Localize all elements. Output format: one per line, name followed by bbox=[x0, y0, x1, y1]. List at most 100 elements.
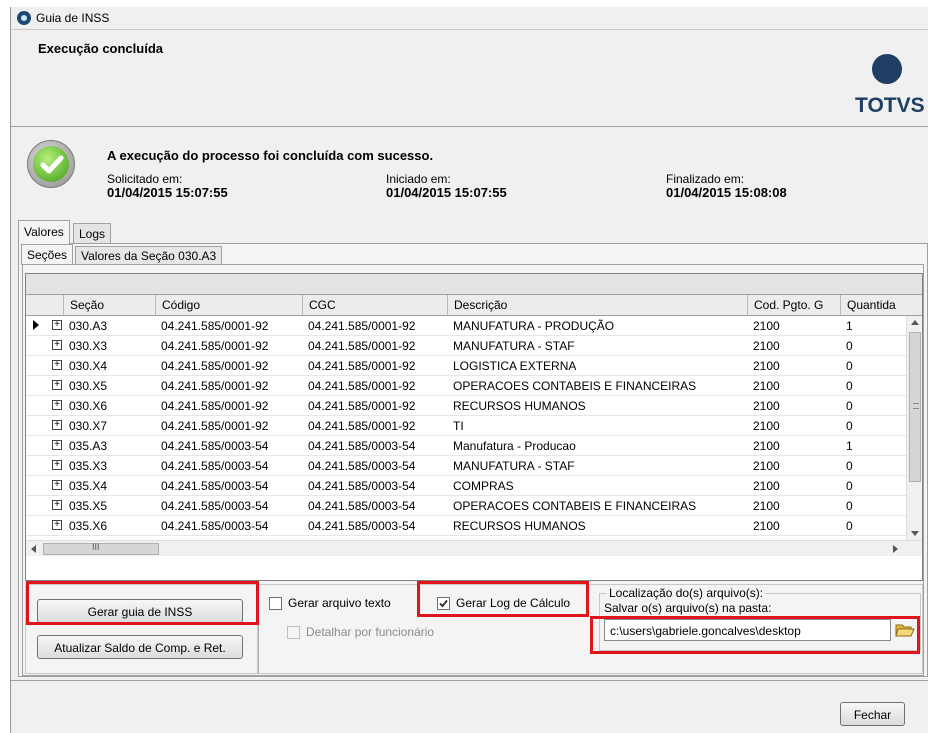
expand-plus-icon[interactable]: + bbox=[52, 500, 62, 510]
text-file-label: Gerar arquivo texto bbox=[288, 596, 391, 610]
cell-descricao: MANUFATURA - STAF bbox=[453, 339, 575, 353]
horizontal-scrollbar[interactable]: III bbox=[26, 540, 922, 556]
expand-plus-icon[interactable]: + bbox=[52, 420, 62, 430]
table-row[interactable]: +035.X4 04.241.585/0003-54 04.241.585/0003… bbox=[26, 476, 906, 496]
expand-plus-icon[interactable]: + bbox=[52, 480, 62, 490]
table-row[interactable]: +035.X3 04.241.585/0003-54 04.241.585/0003… bbox=[26, 456, 906, 476]
expand-plus-icon[interactable]: + bbox=[52, 440, 62, 450]
cell-quantidade: 0 bbox=[846, 479, 853, 493]
table-row[interactable]: +030.X4 04.241.585/0001-92 04.241.585/0001… bbox=[26, 356, 906, 376]
column-header-quantidade[interactable]: Quantida bbox=[840, 295, 906, 315]
location-group-label: Localização do(s) arquivo(s): bbox=[607, 586, 766, 600]
sections-grid[interactable]: Seção Código CGC Descrição Cod. Pgto. G … bbox=[25, 273, 923, 581]
close-button[interactable]: Fechar bbox=[840, 702, 905, 726]
table-row[interactable]: +030.X3 04.241.585/0001-92 04.241.585/0001… bbox=[26, 336, 906, 356]
cell-codigo: 04.241.585/0001-92 bbox=[161, 419, 269, 433]
expand-plus-icon[interactable]: + bbox=[52, 340, 62, 350]
header-title: Execução concluída bbox=[38, 41, 163, 56]
finished-label: Finalizado em: bbox=[666, 172, 745, 186]
cell-secao: 035.X4 bbox=[69, 479, 108, 493]
cell-codigo: 04.241.585/0001-92 bbox=[161, 379, 269, 393]
scroll-grip: III bbox=[92, 542, 100, 552]
cell-descricao: Manufatura - Producao bbox=[453, 439, 576, 453]
scroll-left-icon[interactable] bbox=[31, 545, 36, 553]
cell-codigo: 04.241.585/0003-54 bbox=[161, 479, 269, 493]
generate-inss-button[interactable]: Gerar guia de INSS bbox=[37, 599, 243, 623]
scroll-right-icon[interactable] bbox=[893, 545, 898, 553]
cell-descricao: TI bbox=[453, 419, 464, 433]
cell-cod-pgto: 2100 bbox=[753, 359, 780, 373]
scroll-up-icon[interactable] bbox=[911, 320, 919, 325]
options-area: Gerar guia de INSS Atualizar Saldo de Co… bbox=[25, 584, 923, 675]
cell-descricao: MANUFATURA - STAF bbox=[453, 459, 575, 473]
app-icon bbox=[17, 11, 31, 25]
cell-secao: 030.X7 bbox=[69, 419, 108, 433]
update-balance-button[interactable]: Atualizar Saldo de Comp. e Ret. bbox=[37, 635, 243, 659]
expand-plus-icon[interactable]: + bbox=[52, 520, 62, 530]
cell-secao: 030.X4 bbox=[69, 359, 108, 373]
text-file-checkbox[interactable] bbox=[269, 597, 282, 610]
footer-separator bbox=[11, 680, 928, 681]
expand-plus-icon[interactable]: + bbox=[52, 320, 62, 330]
cell-cod-pgto: 2100 bbox=[753, 479, 780, 493]
status-panel: A execução do processo foi concluída com… bbox=[11, 128, 928, 218]
table-row[interactable]: +030.A3 04.241.585/0001-92 04.241.585/0001… bbox=[26, 316, 906, 336]
window-title: Guia de INSS bbox=[36, 11, 110, 25]
table-row[interactable]: +035.X6 04.241.585/0003-54 04.241.585/0003… bbox=[26, 516, 906, 536]
expand-plus-icon[interactable]: + bbox=[52, 400, 62, 410]
values-tab-panel: Seções Valores da Seção 030.A3 Seção Cód… bbox=[18, 243, 928, 677]
cell-secao: 030.X5 bbox=[69, 379, 108, 393]
cell-descricao: RECURSOS HUMANOS bbox=[453, 519, 586, 533]
cell-cod-pgto: 2100 bbox=[753, 399, 780, 413]
column-header-cod-pgto[interactable]: Cod. Pgto. G bbox=[747, 295, 840, 315]
column-header-secao[interactable]: Seção bbox=[63, 295, 155, 315]
vertical-scrollbar[interactable] bbox=[906, 316, 922, 540]
cell-quantidade: 0 bbox=[846, 459, 853, 473]
table-row[interactable]: +030.X7 04.241.585/0001-92 04.241.585/0001… bbox=[26, 416, 906, 436]
cell-quantidade: 1 bbox=[846, 319, 853, 333]
cell-cod-pgto: 2100 bbox=[753, 419, 780, 433]
table-row[interactable]: +035.X5 04.241.585/0003-54 04.241.585/0003… bbox=[26, 496, 906, 516]
totvs-logo: TOTVS bbox=[851, 54, 928, 124]
tab-valores-secao[interactable]: Valores da Seção 030.A3 bbox=[75, 246, 223, 265]
cell-quantidade: 0 bbox=[846, 359, 853, 373]
cell-quantidade: 1 bbox=[846, 439, 853, 453]
table-row[interactable]: +030.X5 04.241.585/0001-92 04.241.585/0001… bbox=[26, 376, 906, 396]
cell-codigo: 04.241.585/0003-54 bbox=[161, 519, 269, 533]
cell-cgc: 04.241.585/0003-54 bbox=[308, 439, 416, 453]
cell-quantidade: 0 bbox=[846, 519, 853, 533]
calc-log-checkbox[interactable] bbox=[437, 597, 450, 610]
cell-cgc: 04.241.585/0001-92 bbox=[308, 419, 416, 433]
checkmark-icon bbox=[439, 599, 448, 608]
table-row[interactable]: +030.X6 04.241.585/0001-92 04.241.585/0001… bbox=[26, 396, 906, 416]
column-header-descricao[interactable]: Descrição bbox=[447, 295, 747, 315]
cell-secao: 030.A3 bbox=[69, 319, 108, 333]
cell-descricao: OPERACOES CONTABEIS E FINANCEIRAS bbox=[453, 499, 697, 513]
vertical-scroll-thumb[interactable] bbox=[909, 332, 921, 482]
tab-valores[interactable]: Valores bbox=[18, 220, 70, 244]
grid-rows: +030.A3 04.241.585/0001-92 04.241.585/0001… bbox=[26, 316, 906, 556]
cell-cgc: 04.241.585/0001-92 bbox=[308, 379, 416, 393]
folder-path-input[interactable]: c:\users\gabriele.goncalves\desktop bbox=[604, 619, 891, 641]
cell-cgc: 04.241.585/0001-92 bbox=[308, 399, 416, 413]
cell-cgc: 04.241.585/0001-92 bbox=[308, 319, 416, 333]
detail-employee-checkbox[interactable] bbox=[287, 626, 300, 639]
dialog-window: Guia de INSS Execução concluída TOTVS A … bbox=[10, 7, 928, 733]
horizontal-scroll-thumb[interactable]: III bbox=[43, 542, 159, 555]
header-panel: Execução concluída TOTVS bbox=[11, 29, 928, 127]
tab-logs[interactable]: Logs bbox=[73, 223, 112, 244]
started-value: 01/04/2015 15:07:55 bbox=[386, 185, 507, 200]
folder-open-icon[interactable] bbox=[895, 622, 915, 638]
expand-plus-icon[interactable]: + bbox=[52, 460, 62, 470]
cell-codigo: 04.241.585/0003-54 bbox=[161, 459, 269, 473]
tab-secoes[interactable]: Seções bbox=[21, 244, 74, 265]
cell-codigo: 04.241.585/0001-92 bbox=[161, 339, 269, 353]
scroll-down-icon[interactable] bbox=[911, 531, 919, 536]
column-header-cgc[interactable]: CGC bbox=[302, 295, 447, 315]
table-row[interactable]: +035.A3 04.241.585/0003-54 04.241.585/0003… bbox=[26, 436, 906, 456]
column-header-codigo[interactable]: Código bbox=[155, 295, 302, 315]
expand-plus-icon[interactable]: + bbox=[52, 380, 62, 390]
cell-quantidade: 0 bbox=[846, 399, 853, 413]
expand-plus-icon[interactable]: + bbox=[52, 360, 62, 370]
cell-quantidade: 0 bbox=[846, 379, 853, 393]
